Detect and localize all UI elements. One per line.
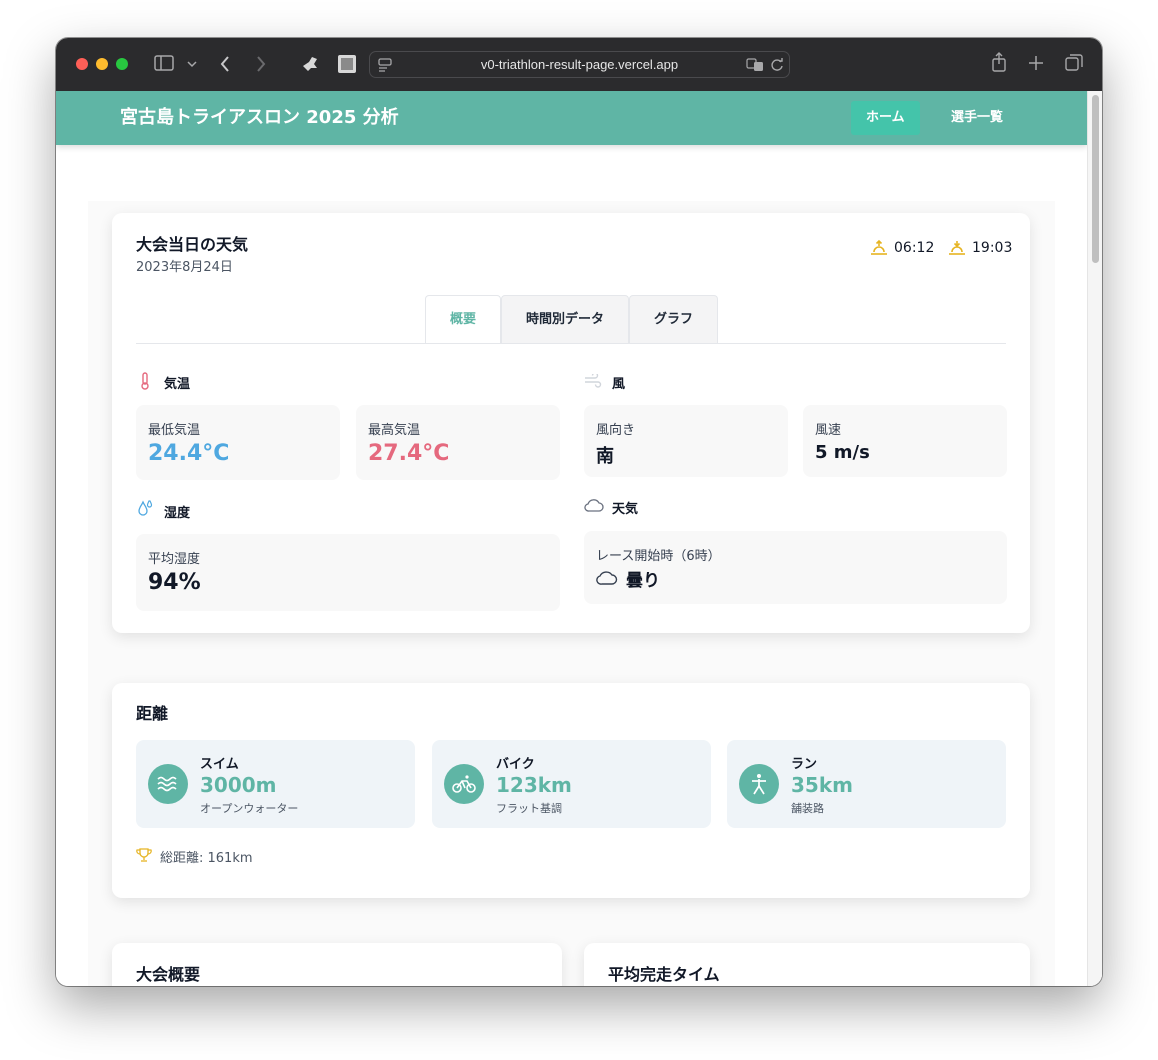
minimize-window-button[interactable]	[96, 58, 108, 70]
bike-name: バイク	[496, 757, 535, 772]
waves-icon	[157, 776, 177, 792]
max-temp-value: 27.4°C	[368, 441, 450, 466]
max-temp-label: 最高気温	[368, 423, 421, 438]
wind-icon	[585, 374, 602, 388]
condition-value: 曇り	[626, 571, 660, 591]
url-text: v0-triathlon-result-page.vercel.app	[480, 57, 679, 72]
cloud-icon	[584, 499, 604, 512]
browser-window: v0-triathlon-result-page.vercel.app 宮古島ト…	[56, 38, 1102, 986]
address-bar[interactable]: v0-triathlon-result-page.vercel.app	[369, 51, 790, 78]
total-distance: 総距離: 161km	[160, 851, 253, 866]
nav-athletes[interactable]: 選手一覧	[936, 101, 1018, 135]
humidity-label: 平均湿度	[148, 552, 201, 567]
weather-card: 大会当日の天気 2023年8月24日 06:12 19:03 概要 時間別データ…	[112, 213, 1030, 633]
scrollbar[interactable]	[1087, 91, 1102, 986]
swim-amount: 3000m	[200, 773, 277, 797]
min-temp-value: 24.4°C	[148, 441, 230, 466]
extension-icon[interactable]	[300, 54, 320, 74]
bike-icon	[452, 775, 476, 793]
distance-item-run: ラン 35km 舗装路	[727, 740, 1006, 828]
distance-item-bike: バイク 123km フラット基調	[432, 740, 711, 828]
wind-direction-label: 風向き	[596, 423, 636, 438]
chevron-down-icon[interactable]	[187, 60, 197, 68]
humidity-card: 平均湿度 94%	[136, 534, 560, 611]
wind-direction-card: 風向き 南	[584, 405, 788, 477]
weather-title: 大会当日の天気	[136, 235, 249, 254]
swim-name: スイム	[200, 757, 239, 772]
tab-graph[interactable]: グラフ	[629, 295, 718, 343]
extension-image-icon[interactable]	[337, 54, 357, 74]
max-temp-card: 最高気温 27.4°C	[356, 405, 560, 480]
distance-card: 距離 スイム 3000m オープンウォーター バイク 123km フラット基調 …	[112, 683, 1030, 898]
scrollbar-thumb[interactable]	[1092, 95, 1099, 263]
sunset-icon	[949, 241, 965, 255]
condition-cloud-icon	[596, 571, 618, 585]
nav-home[interactable]: ホーム	[851, 101, 920, 135]
humidity-title: 湿度	[164, 506, 191, 521]
tab-divider	[136, 343, 1006, 344]
avg-time-card: 平均完走タイム	[584, 943, 1030, 986]
avg-time-title: 平均完走タイム	[608, 965, 720, 984]
min-temp-label: 最低気温	[148, 423, 201, 438]
app-title: 宮古島トライアスロン 2025 分析	[120, 107, 399, 128]
wind-title: 風	[612, 377, 626, 392]
new-tab-icon[interactable]	[1028, 55, 1044, 71]
wind-direction-value: 南	[596, 446, 614, 467]
tab-hourly[interactable]: 時間別データ	[501, 295, 629, 343]
thermometer-icon	[141, 372, 149, 390]
condition-title: 天気	[612, 502, 639, 517]
browser-titlebar: v0-triathlon-result-page.vercel.app	[56, 38, 1102, 91]
race-start-label: レース開始時（6時）	[596, 549, 721, 564]
sunrise-icon	[871, 239, 887, 255]
sunset-time: 19:03	[972, 240, 1013, 256]
close-window-button[interactable]	[76, 58, 88, 70]
overview-title: 大会概要	[136, 965, 201, 984]
droplets-icon	[138, 500, 153, 516]
distance-title: 距離	[136, 704, 169, 723]
app-header: 宮古島トライアスロン 2025 分析 ホーム 選手一覧	[56, 91, 1087, 145]
min-temp-card: 最低気温 24.4°C	[136, 405, 340, 480]
temperature-title: 気温	[164, 377, 191, 392]
tab-overview[interactable]: 概要	[425, 295, 501, 343]
circle	[739, 764, 779, 804]
wind-speed-label: 風速	[815, 423, 842, 438]
run-amount: 35km	[791, 773, 853, 797]
circle	[444, 764, 484, 804]
reload-icon[interactable]	[770, 58, 784, 72]
trophy-icon	[136, 848, 152, 862]
humidity-value: 94%	[148, 570, 201, 595]
swim-desc: オープンウォーター	[200, 802, 299, 815]
runner-icon	[752, 774, 766, 795]
translate-icon[interactable]	[746, 58, 764, 72]
overview-card: 大会概要	[112, 943, 562, 986]
sunrise-time: 06:12	[894, 240, 935, 256]
bike-amount: 123km	[496, 773, 572, 797]
bike-desc: フラット基調	[496, 802, 562, 815]
wind-speed-value: 5 m/s	[815, 442, 870, 463]
tab-overview-icon[interactable]	[1065, 54, 1083, 72]
back-icon[interactable]	[219, 55, 231, 73]
page-viewport: 宮古島トライアスロン 2025 分析 ホーム 選手一覧 大会当日の天気 2023…	[56, 91, 1102, 986]
run-desc: 舗装路	[791, 802, 824, 815]
weather-date: 2023年8月24日	[136, 260, 233, 275]
forward-icon[interactable]	[255, 55, 267, 73]
run-name: ラン	[791, 757, 818, 772]
sidebar-icon[interactable]	[154, 55, 174, 71]
distance-item-swim: スイム 3000m オープンウォーター	[136, 740, 415, 828]
wind-speed-card: 風速 5 m/s	[803, 405, 1007, 477]
zoom-window-button[interactable]	[116, 58, 128, 70]
circle	[148, 764, 188, 804]
condition-card: レース開始時（6時） 曇り	[584, 531, 1007, 604]
share-icon[interactable]	[991, 52, 1007, 72]
